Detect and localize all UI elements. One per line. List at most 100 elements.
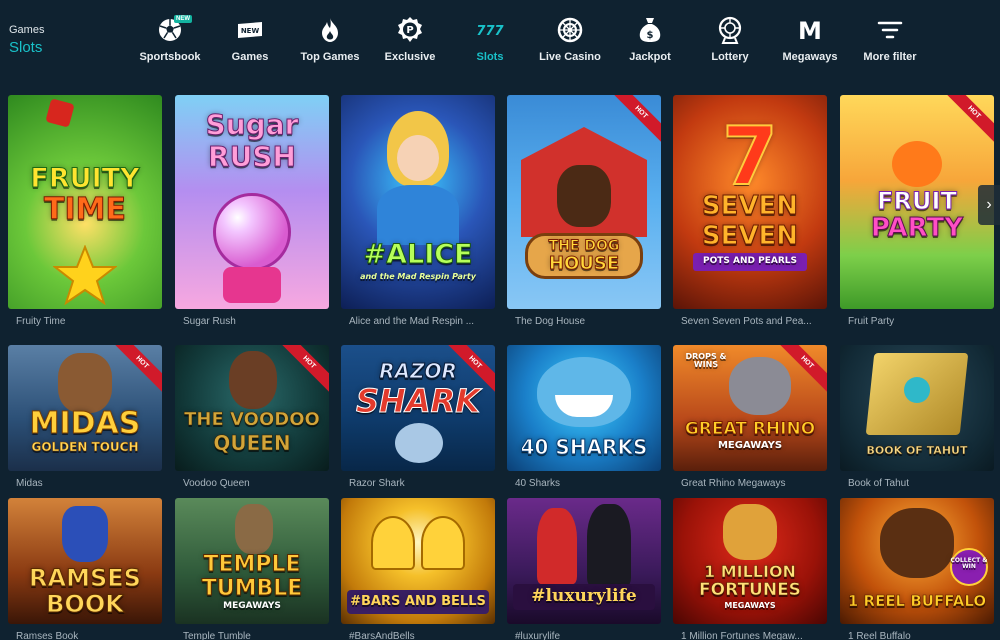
nav-item-sportsbook[interactable]: NEW Sportsbook xyxy=(130,14,210,63)
flame-icon xyxy=(310,14,350,46)
game-tile-alice[interactable]: #ALICE and the Mad Respin Party Alice an… xyxy=(341,95,495,327)
game-thumbnail[interactable]: FRUIT PARTY HOT xyxy=(840,95,994,309)
shark-icon xyxy=(395,423,443,463)
game-art-title: Sugar xyxy=(205,108,299,141)
game-tile-fruity-time[interactable]: FRUITY TIME Fruity Time xyxy=(8,95,162,327)
game-tile-40-sharks[interactable]: 40 SHARKS 40 Sharks xyxy=(507,345,661,489)
nav-item-exclusive[interactable]: P Exclusive xyxy=(370,14,450,63)
game-thumbnail[interactable]: #luxurylife xyxy=(507,498,661,624)
game-art-title: TEMPLE xyxy=(203,552,301,577)
nav-item-jackpot[interactable]: $ Jackpot xyxy=(610,14,690,63)
nav-item-lottery[interactable]: Lottery xyxy=(690,14,770,63)
nav-item-games[interactable]: NEW Games xyxy=(210,14,290,63)
hot-label: HOT xyxy=(608,95,661,146)
game-tile-great-rhino[interactable]: DROPS & WINS GREAT RHINO MEGAWAYS HOT Gr… xyxy=(673,345,827,489)
game-tile-the-dog-house[interactable]: THE DOG HOUSE HOT The Dog House xyxy=(507,95,661,327)
game-tile-seven-seven[interactable]: 7 SEVEN SEVEN POTS AND PEARLS Seven Seve… xyxy=(673,95,827,327)
game-thumbnail[interactable]: DROPS & WINS GREAT RHINO MEGAWAYS HOT xyxy=(673,345,827,471)
game-name[interactable]: Alice and the Mad Respin ... xyxy=(341,316,491,327)
megaways-icon-text: M xyxy=(798,17,822,43)
new-tag-icon: NEW xyxy=(230,14,270,46)
game-art-title: 40 SHARKS xyxy=(520,435,648,459)
game-art-title-2: SEVEN xyxy=(701,221,799,251)
hot-ribbon: HOT xyxy=(938,95,994,151)
game-name[interactable]: Sugar Rush xyxy=(175,316,325,327)
game-tile-1-million-fortunes[interactable]: 1 MILLION FORTUNES MEGAWAYS 1 Million Fo… xyxy=(673,498,827,640)
game-name[interactable]: Fruit Party xyxy=(840,316,990,327)
game-name[interactable]: Seven Seven Pots and Pea... xyxy=(673,316,823,327)
game-name[interactable]: Temple Tumble xyxy=(175,631,325,640)
bell-icon xyxy=(371,516,415,570)
next-arrow-button[interactable]: › xyxy=(978,185,1000,225)
hot-ribbon: HOT xyxy=(771,345,827,401)
game-art-subtitle: GOLDEN TOUCH xyxy=(31,440,139,454)
dice-icon xyxy=(45,98,75,128)
dog-icon xyxy=(557,165,611,227)
roulette-wheel-icon xyxy=(550,14,590,46)
game-tile-luxurylife[interactable]: #luxurylife #luxurylife xyxy=(507,498,661,640)
game-thumbnail[interactable]: MIDAS GOLDEN TOUCH HOT xyxy=(8,345,162,471)
game-thumbnail[interactable]: RAMSES BOOK xyxy=(8,498,162,624)
game-art-title: #ALICE xyxy=(363,239,473,270)
nav-item-label: Megaways xyxy=(782,51,838,63)
soccer-ball-icon: NEW xyxy=(150,14,192,46)
breadcrumb: Games Slots xyxy=(9,24,44,56)
game-thumbnail[interactable]: 40 SHARKS xyxy=(507,345,661,471)
game-thumbnail[interactable]: #BARS AND BELLS xyxy=(341,498,495,624)
game-name[interactable]: 1 Million Fortunes Megaw... xyxy=(673,631,823,640)
game-thumbnail[interactable]: FRUITY TIME xyxy=(8,95,162,309)
game-thumbnail[interactable]: THE DOG HOUSE HOT xyxy=(507,95,661,309)
game-thumbnail[interactable]: THE VOODOO QUEEN HOT xyxy=(175,345,329,471)
nav-item-label: Slots xyxy=(476,51,504,63)
nav-item-megaways[interactable]: M Megaways xyxy=(770,14,850,63)
game-name[interactable]: Razor Shark xyxy=(341,478,491,489)
game-tile-sugar-rush[interactable]: Sugar RUSH Sugar Rush xyxy=(175,95,329,327)
game-tile-fruit-party[interactable]: FRUIT PARTY HOT Fruit Party xyxy=(840,95,994,327)
game-name[interactable]: #BarsAndBells xyxy=(341,631,491,640)
game-tile-midas[interactable]: MIDAS GOLDEN TOUCH HOT Midas xyxy=(8,345,162,489)
game-art-title: GREAT RHINO xyxy=(684,419,816,439)
game-thumbnail[interactable]: #ALICE and the Mad Respin Party xyxy=(341,95,495,309)
game-name[interactable]: Midas xyxy=(8,478,158,489)
game-thumbnail[interactable]: 7 SEVEN SEVEN POTS AND PEARLS xyxy=(673,95,827,309)
game-thumbnail[interactable]: 1 MILLION FORTUNES MEGAWAYS xyxy=(673,498,827,624)
exclusive-badge-icon: P xyxy=(390,14,430,46)
man-icon xyxy=(587,504,631,586)
game-name[interactable]: Great Rhino Megaways xyxy=(673,478,823,489)
svg-text:$: $ xyxy=(647,30,654,41)
game-name[interactable]: 40 Sharks xyxy=(507,478,657,489)
nav-item-label: Live Casino xyxy=(539,51,601,63)
game-art-title: 1 MILLION xyxy=(704,562,797,581)
game-name[interactable]: Book of Tahut xyxy=(840,478,990,489)
game-thumbnail[interactable]: COLLECT & WIN 1 REEL BUFFALO xyxy=(840,498,994,624)
game-name[interactable]: Fruity Time xyxy=(8,316,158,327)
game-tile-ramses-book[interactable]: RAMSES BOOK Ramses Book xyxy=(8,498,162,640)
game-tile-temple-tumble[interactable]: TEMPLE TUMBLE MEGAWAYS Temple Tumble xyxy=(175,498,329,640)
nav-item-top-games[interactable]: Top Games xyxy=(290,14,370,63)
game-tile-1-reel-buffalo[interactable]: COLLECT & WIN 1 REEL BUFFALO 1 Reel Buff… xyxy=(840,498,994,640)
game-name[interactable]: Ramses Book xyxy=(8,631,158,640)
game-thumbnail[interactable]: BOOK OF TAHUT xyxy=(840,345,994,471)
game-thumbnail[interactable]: TEMPLE TUMBLE MEGAWAYS xyxy=(175,498,329,624)
top-bar: Games Slots NEW Sportsbook NEW Games Top… xyxy=(0,0,1000,78)
hot-ribbon: HOT xyxy=(106,345,162,401)
hot-label: HOT xyxy=(941,95,994,146)
game-thumbnail[interactable]: Sugar RUSH xyxy=(175,95,329,309)
nav-item-more-filter[interactable]: More filter xyxy=(850,14,930,63)
game-name[interactable]: 1 Reel Buffalo xyxy=(840,631,990,640)
nav-item-live-casino[interactable]: Live Casino xyxy=(530,14,610,63)
breadcrumb-parent[interactable]: Games xyxy=(9,24,44,36)
game-tile-book-of-tahut[interactable]: BOOK OF TAHUT Book of Tahut xyxy=(840,345,994,489)
game-art-title-2: FORTUNES xyxy=(699,580,801,600)
king-icon xyxy=(58,353,112,413)
game-name[interactable]: Voodoo Queen xyxy=(175,478,325,489)
game-name[interactable]: The Dog House xyxy=(507,316,657,327)
game-tile-voodoo-queen[interactable]: THE VOODOO QUEEN HOT Voodoo Queen xyxy=(175,345,329,489)
game-tile-bars-and-bells[interactable]: #BARS AND BELLS #BarsAndBells xyxy=(341,498,495,640)
game-thumbnail[interactable]: RAZOR SHARK HOT xyxy=(341,345,495,471)
game-name[interactable]: #luxurylife xyxy=(507,631,657,640)
character-dress xyxy=(377,185,459,245)
nav-item-slots[interactable]: 777 Slots xyxy=(450,14,530,63)
svg-text:P: P xyxy=(406,25,413,36)
game-tile-razor-shark[interactable]: RAZOR SHARK HOT Razor Shark xyxy=(341,345,495,489)
